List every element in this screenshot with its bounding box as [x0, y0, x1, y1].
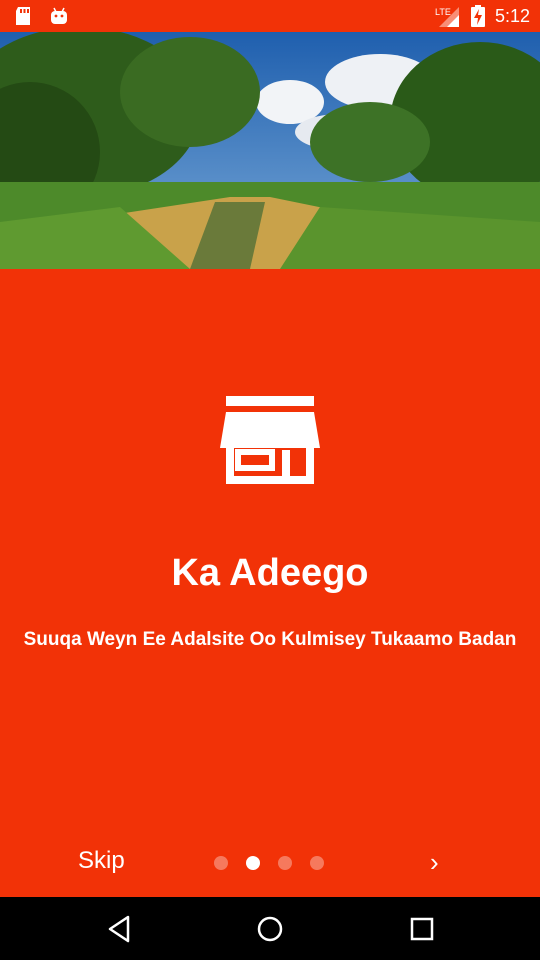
- store-icon: [220, 396, 320, 484]
- status-bar: LTE 5:12: [0, 0, 540, 32]
- page-title: Ka Adeego: [171, 552, 369, 594]
- page-dot-1[interactable]: [214, 856, 228, 870]
- home-icon[interactable]: [254, 913, 286, 945]
- battery-charging-icon: [470, 5, 485, 27]
- recents-icon[interactable]: [406, 913, 438, 945]
- page-dot-2[interactable]: [246, 856, 260, 870]
- page-subtitle: Suuqa Weyn Ee Adalsite Oo Kulmisey Tukaa…: [23, 629, 517, 650]
- hero-image: [0, 32, 540, 269]
- signal-icon: LTE: [435, 7, 459, 27]
- android-icon: [51, 7, 67, 24]
- onboarding-panel: Ka Adeego Suuqa Weyn Ee Adalsite Oo Kulm…: [0, 269, 540, 897]
- page-indicator: [214, 856, 324, 870]
- status-icons: LTE 5:12: [435, 0, 530, 32]
- sd-card-icon: [16, 7, 30, 25]
- back-icon[interactable]: [104, 913, 136, 945]
- page-dot-3[interactable]: [278, 856, 292, 870]
- clock: 5:12: [494, 5, 530, 26]
- landscape-photo: [0, 32, 540, 269]
- navigation-bar: [0, 897, 540, 960]
- page-dot-4[interactable]: [310, 856, 324, 870]
- skip-button[interactable]: Skip: [78, 847, 125, 875]
- notification-icons: [14, 6, 68, 26]
- next-button[interactable]: ›: [430, 847, 439, 878]
- network-type-label: LTE: [435, 7, 451, 17]
